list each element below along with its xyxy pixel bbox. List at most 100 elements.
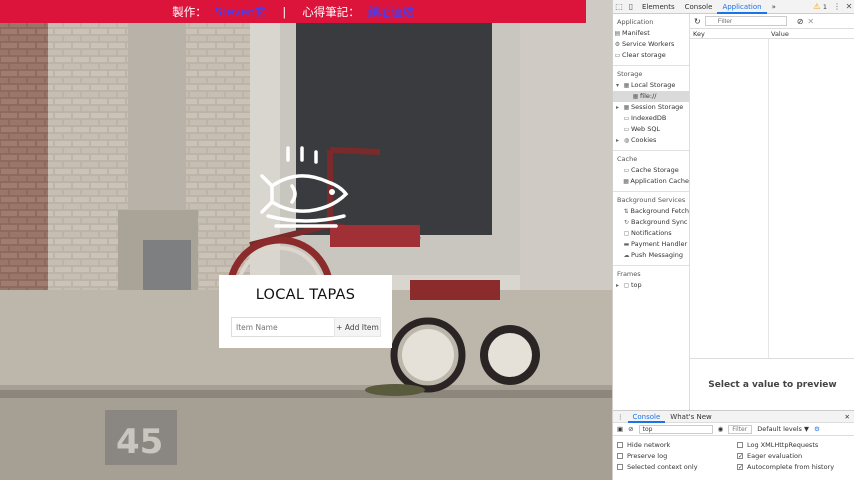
database-icon: ▭ — [614, 52, 621, 59]
sidebar-item-clear-storage[interactable]: ▭ Clear storage — [613, 50, 689, 61]
sidebar-item-label: Local Storage — [631, 81, 676, 89]
kebab-menu-icon[interactable]: ⋮ — [831, 2, 843, 11]
sidebar-item-frame-top[interactable]: ▸ ▢ top — [613, 280, 689, 291]
drawer-tab-whats-new[interactable]: What's New — [665, 411, 716, 423]
option-hide-network[interactable]: Hide network — [617, 441, 737, 449]
sidebar-item-label: IndexedDB — [631, 114, 667, 122]
sidebar-item-label: Session Storage — [631, 103, 684, 111]
warning-icon[interactable]: ⚠ — [811, 2, 823, 11]
sidebar-toggle-icon[interactable]: ▣ — [617, 425, 623, 433]
context-select[interactable]: top — [638, 424, 713, 434]
sidebar-item-background-fetch[interactable]: ⇅ Background Fetch — [613, 206, 689, 217]
option-label: Autocomplete from history — [747, 463, 835, 471]
chevron-right-icon: ▸ — [615, 104, 619, 111]
refresh-icon[interactable]: ↻ — [694, 17, 701, 26]
grid-icon: ▦ — [632, 93, 639, 100]
manifest-icon: ▤ — [614, 30, 621, 37]
sidebar-item-payment-handler[interactable]: ▬ Payment Handler — [613, 239, 689, 250]
sidebar-item-label: Payment Handler — [631, 240, 688, 248]
sidebar-item-web-sql[interactable]: ▭ Web SQL — [613, 124, 689, 135]
drawer-close-icon[interactable]: ✕ — [840, 413, 854, 421]
console-toolbar: ▣ ⊘ top ◉ Default levels ▼ ⚙ — [613, 423, 854, 436]
close-icon[interactable]: ✕ — [843, 2, 854, 11]
refresh-icon: ↻ — [623, 219, 630, 226]
device-toggle-icon[interactable]: ▯ — [625, 2, 637, 11]
sidebar-item-label: top — [631, 281, 642, 289]
sidebar-item-manifest[interactable]: ▤ Manifest — [613, 28, 689, 39]
column-key[interactable]: Key — [690, 29, 768, 39]
database-icon: ▭ — [623, 126, 630, 133]
cloud-icon: ☁ — [623, 252, 630, 259]
column-value[interactable]: Value — [768, 29, 789, 39]
checkbox-checked[interactable]: ✓ — [737, 464, 743, 471]
chevron-down-icon: ▾ — [615, 82, 619, 89]
sidebar-item-label: Background Fetch — [630, 207, 689, 215]
settings-gear-icon[interactable]: ⚙ — [814, 425, 820, 433]
screen: 45 製作： Steven玄 | 心得筆記： 網址連結 LOCAL TAPAS … — [0, 0, 854, 480]
option-autocomplete-history[interactable]: ✓ Autocomplete from history — [737, 463, 854, 471]
inspect-icon[interactable]: ⬚ — [613, 2, 625, 11]
sync-icon: ⇅ — [623, 208, 629, 215]
tab-console[interactable]: Console — [680, 0, 718, 14]
database-icon: ▭ — [623, 115, 630, 122]
sidebar-item-service-workers[interactable]: ⚙ Service Workers — [613, 39, 689, 50]
eye-icon[interactable]: ◉ — [718, 425, 724, 433]
sidebar-item-label: Background Sync — [631, 218, 688, 226]
sidebar-item-label: file:// — [640, 92, 657, 100]
sidebar-item-notifications[interactable]: ▢ Notifications — [613, 228, 689, 239]
option-label: Eager evaluation — [747, 452, 803, 460]
sidebar-item-label: Cache Storage — [631, 166, 679, 174]
item-name-input[interactable] — [231, 317, 348, 337]
made-by-label: 製作： — [172, 4, 207, 19]
checkbox[interactable] — [617, 453, 623, 459]
sidebar-item-local-file[interactable]: ▦ file:// — [613, 91, 689, 102]
sidebar-item-session-storage[interactable]: ▸ ▦ Session Storage — [613, 102, 689, 113]
checkbox[interactable] — [617, 464, 623, 470]
tab-elements[interactable]: Elements — [637, 0, 680, 14]
author-link[interactable]: Steven玄 — [215, 4, 267, 20]
cache-header: Cache — [617, 155, 638, 163]
option-preserve-log[interactable]: Preserve log — [617, 452, 737, 460]
sidebar-item-cookies[interactable]: ▸ ◍ Cookies — [613, 135, 689, 146]
sidebar-item-push-messaging[interactable]: ☁ Push Messaging — [613, 250, 689, 261]
add-item-button[interactable]: + Add Item — [334, 317, 381, 337]
checkbox[interactable] — [737, 442, 743, 448]
sidebar-item-application-cache[interactable]: ▦ Application Cache — [613, 176, 689, 187]
storage-header: Storage — [617, 70, 643, 78]
delete-selected-icon[interactable]: ✕ — [807, 17, 814, 26]
divider — [613, 150, 689, 151]
sidebar-item-label: Clear storage — [622, 51, 666, 59]
app-title: LOCAL TAPAS — [255, 287, 356, 303]
webpage: 45 製作： Steven玄 | 心得筆記： 網址連結 LOCAL TAPAS … — [0, 0, 612, 480]
drawer-menu-icon[interactable]: ⋮ — [613, 413, 628, 421]
clear-console-icon[interactable]: ⊘ — [628, 425, 633, 433]
grid-icon: ▦ — [623, 178, 629, 185]
sidebar-item-indexeddb[interactable]: ▭ IndexedDB — [613, 113, 689, 124]
console-filter-input[interactable] — [728, 424, 753, 434]
option-eager-evaluation[interactable]: ✓ Eager evaluation — [737, 452, 854, 460]
sidebar-item-label: Web SQL — [631, 125, 661, 133]
sidebar-item-label: Application Cache — [630, 177, 689, 185]
option-log-xhr[interactable]: Log XMLHttpRequests — [737, 441, 854, 449]
option-selected-context[interactable]: Selected context only — [617, 463, 737, 471]
storage-toolbar: ↻ ⊘ ✕ — [690, 14, 854, 29]
checkbox[interactable] — [617, 442, 623, 448]
sidebar-item-label: Push Messaging — [631, 251, 684, 259]
notes-link[interactable]: 網址連結 — [368, 4, 414, 20]
storage-table-body[interactable] — [690, 39, 854, 359]
tab-application[interactable]: Application — [717, 0, 767, 14]
sidebar-item-cache-storage[interactable]: ▭ Cache Storage — [613, 165, 689, 176]
sidebar-item-background-sync[interactable]: ↻ Background Sync — [613, 217, 689, 228]
drawer-tab-console[interactable]: Console — [627, 411, 666, 423]
checkbox-checked[interactable]: ✓ — [737, 453, 743, 460]
storage-filter-input[interactable] — [704, 16, 787, 26]
banner-separator: | — [282, 4, 287, 19]
notes-label: 心得筆記： — [302, 4, 360, 19]
sidebar-item-label: Notifications — [631, 229, 672, 237]
sidebar-item-local-storage[interactable]: ▾ ▦ Local Storage — [613, 80, 689, 91]
clear-all-icon[interactable]: ⊘ — [797, 17, 804, 26]
application-header: Application — [617, 18, 654, 26]
more-tabs-button[interactable]: » — [767, 0, 781, 14]
devtools-tabbar: ⬚ ▯ Elements Console Application » ⚠ 1 ⋮… — [613, 0, 854, 14]
log-levels-select[interactable]: Default levels ▼ — [757, 425, 809, 433]
